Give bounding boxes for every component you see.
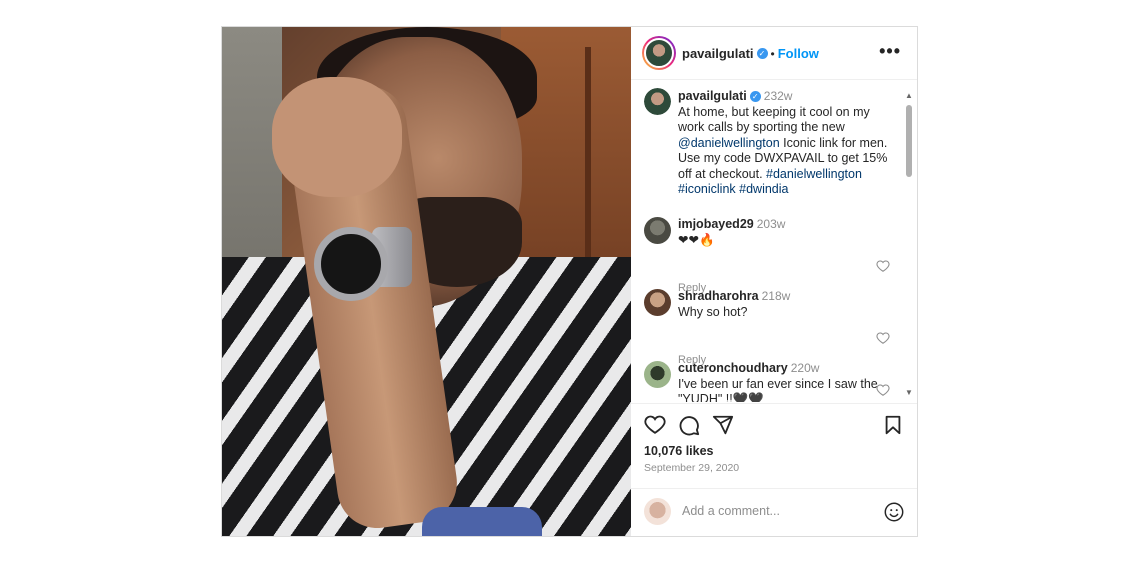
viewer-avatar <box>644 498 671 525</box>
verified-badge-icon: ✓ <box>756 48 768 60</box>
comment-username[interactable]: cuteronchoudhary <box>678 361 788 375</box>
follow-button[interactable]: Follow <box>778 46 819 61</box>
comment-time: 220w <box>790 361 820 375</box>
caption-mention[interactable]: @danielwellington <box>678 136 780 150</box>
heart-icon[interactable] <box>644 414 666 436</box>
more-options-icon[interactable]: ••• <box>879 41 901 62</box>
heart-icon[interactable] <box>876 383 890 397</box>
comment-avatar[interactable] <box>644 361 671 388</box>
post-photo[interactable] <box>222 27 631 536</box>
comment-time: 203w <box>756 217 786 231</box>
photo-sleeve <box>422 507 542 536</box>
photo-fist <box>272 77 402 197</box>
author-username[interactable]: pavailgulati <box>682 46 754 61</box>
author-avatar[interactable] <box>642 36 676 70</box>
comment-composer: Add a comment... <box>631 488 917 537</box>
photo-watch <box>314 227 388 301</box>
bookmark-icon[interactable] <box>882 414 904 436</box>
caption-username[interactable]: pavailgulati <box>678 89 747 103</box>
comment-username[interactable]: shradharohra <box>678 289 759 303</box>
separator-dot: • <box>770 47 775 61</box>
comment-time: 218w <box>761 289 791 303</box>
emoji-icon[interactable] <box>883 501 905 523</box>
scroll-up-arrow-icon[interactable]: ▲ <box>905 91 913 100</box>
post-date: September 29, 2020 <box>644 462 740 474</box>
comment-text: Why so hot? <box>678 304 748 319</box>
comments-scrollbar[interactable]: ▲ ▼ <box>905 91 913 397</box>
add-comment-input[interactable]: Add a comment... <box>682 504 780 518</box>
comment-icon[interactable] <box>678 414 700 436</box>
comment-avatar[interactable] <box>644 217 671 244</box>
comment-item: imjobayed29 203w ❤❤🔥 <box>678 217 878 248</box>
comment-username[interactable]: imjobayed29 <box>678 217 754 231</box>
comments-list[interactable]: pavailgulati ✓ 232w At home, but keeping i… <box>631 80 917 402</box>
share-icon[interactable] <box>712 414 734 436</box>
comment-text: ❤❤🔥 <box>678 232 715 247</box>
scrollbar-thumb[interactable] <box>906 105 912 177</box>
scroll-down-arrow-icon[interactable]: ▼ <box>905 388 913 397</box>
verified-badge-icon: ✓ <box>749 91 761 103</box>
heart-icon[interactable] <box>876 259 890 273</box>
comment-item: shradharohra 218w Why so hot? <box>678 289 878 320</box>
comment-avatar[interactable] <box>644 289 671 316</box>
caption-time: 232w <box>763 89 793 103</box>
post-sidebar: pavailgulati ✓ • Follow ••• pavailgulati ✓ 23… <box>631 27 917 536</box>
heart-icon[interactable] <box>876 331 890 345</box>
likes-count[interactable]: 10,076 likes <box>644 444 714 458</box>
comment-item: cuteronchoudhary 220w I've been ur fan ev… <box>678 361 878 402</box>
caption: pavailgulati ✓ 232w At home, but keeping i… <box>678 89 893 198</box>
comment-text: I've been ur fan ever since I saw the "Y… <box>678 376 878 403</box>
caption-avatar[interactable] <box>644 88 671 115</box>
author-line: pavailgulati ✓ • Follow <box>682 45 819 63</box>
post-header: pavailgulati ✓ • Follow ••• <box>631 27 917 80</box>
caption-text-1: At home, but keeping it cool on my work … <box>678 104 870 135</box>
post-card: pavailgulati ✓ • Follow ••• pavailgulati ✓ 23… <box>221 26 918 537</box>
